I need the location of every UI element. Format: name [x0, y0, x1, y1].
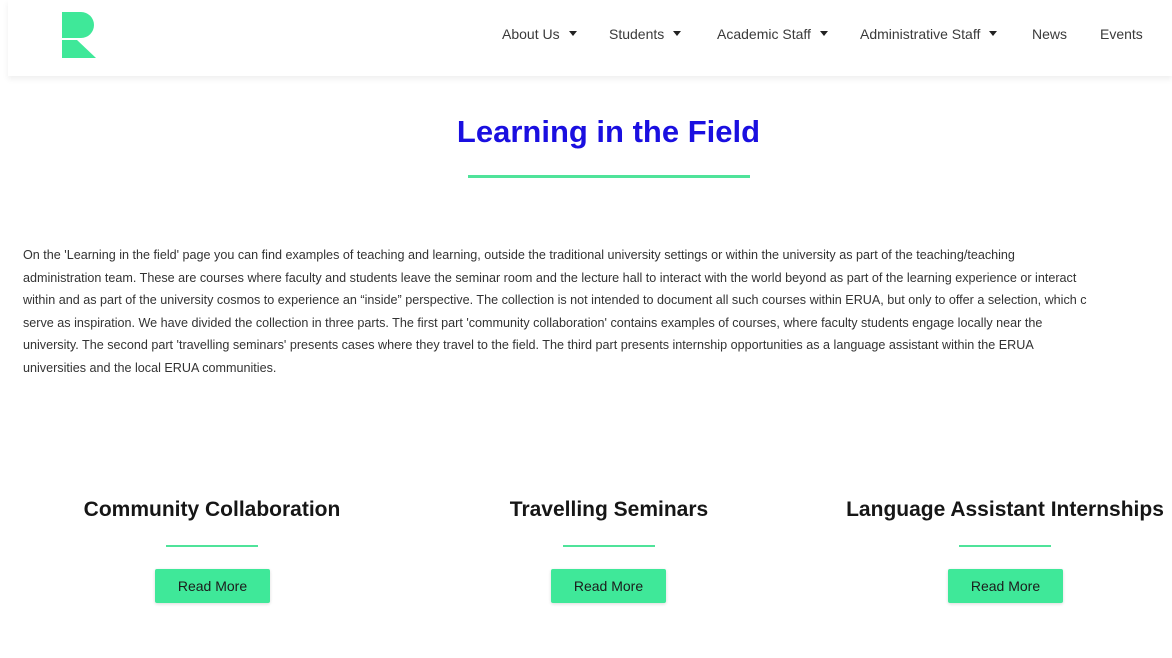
- nav-label: Events: [1100, 26, 1143, 42]
- intro-line: On the 'Learning in the field' page you …: [23, 248, 1015, 262]
- intro-line: administration team. These are courses w…: [23, 270, 1077, 285]
- caret-down-icon: [568, 30, 577, 36]
- read-more-button[interactable]: Read More: [155, 569, 270, 603]
- card-divider: [959, 545, 1051, 547]
- card-title: Travelling Seminars: [509, 498, 709, 521]
- nav-label: About Us: [502, 26, 560, 42]
- nav-label: Academic Staff: [717, 26, 811, 42]
- nav-events[interactable]: Events: [1100, 26, 1143, 42]
- read-more-button[interactable]: Read More: [948, 569, 1063, 603]
- card-divider: [166, 545, 258, 547]
- nav-label: Administrative Staff: [860, 26, 981, 42]
- card-divider: [563, 545, 655, 547]
- intro-line: universities and the local ERUA communit…: [23, 360, 277, 375]
- read-more-button[interactable]: Read More: [551, 569, 666, 603]
- caret-down-icon: [819, 30, 828, 36]
- nav-news[interactable]: News: [1032, 26, 1067, 42]
- nav-about-us[interactable]: About Us: [502, 26, 577, 42]
- nav-academic-staff[interactable]: Academic Staff: [717, 26, 828, 42]
- caret-down-icon: [673, 30, 682, 36]
- nav-label: Students: [609, 26, 665, 42]
- nav-administrative-staff[interactable]: Administrative Staff: [860, 26, 998, 42]
- intro-line: within and as part of the university cos…: [23, 293, 1087, 308]
- page-title: Learning in the Field: [456, 114, 761, 149]
- card-title: Community Collaboration: [83, 498, 341, 521]
- intro-line: university. The second part 'travelling …: [23, 338, 1034, 353]
- card-title: Language Assistant Internships: [846, 498, 1164, 521]
- nav-students[interactable]: Students: [609, 26, 682, 42]
- caret-down-icon: [989, 30, 998, 36]
- intro-line: serve as inspiration. We have divided th…: [23, 315, 1043, 330]
- intro-paragraph: On the 'Learning in the field' page you …: [23, 244, 1172, 380]
- logo-icon[interactable]: [62, 12, 96, 58]
- site-header: About Us Students Academic Staff Adminis…: [8, 0, 1172, 76]
- nav-label: News: [1032, 26, 1068, 42]
- title-divider: [468, 175, 750, 178]
